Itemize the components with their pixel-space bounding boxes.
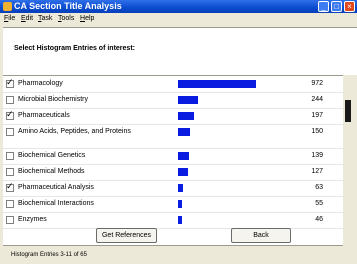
- list-item[interactable]: Pharmacology 972: [3, 76, 343, 93]
- list-item[interactable]: Pharmaceuticals 197: [3, 108, 343, 125]
- list-item[interactable]: Biochemical Methods 127: [3, 164, 343, 181]
- entry-label: Biochemical Interactions: [18, 200, 94, 207]
- menu-tools[interactable]: Tools: [58, 13, 74, 25]
- menu-help[interactable]: Help: [80, 13, 94, 25]
- entry-label: Pharmacology: [18, 80, 63, 87]
- scrollbar-thumb[interactable]: [345, 100, 351, 122]
- status-divider: [3, 245, 343, 246]
- entry-count: 55: [315, 200, 323, 207]
- close-button[interactable]: ×: [344, 1, 355, 12]
- title-bar[interactable]: CA Section Title Analysis _ □ ×: [0, 0, 357, 13]
- histogram-bar: [178, 216, 182, 224]
- entry-checkbox[interactable]: [6, 128, 14, 136]
- entry-checkbox[interactable]: [6, 168, 14, 176]
- app-icon: [3, 2, 12, 11]
- entry-checkbox[interactable]: [6, 77, 14, 88]
- entry-checkbox[interactable]: [6, 200, 14, 208]
- entry-count: 150: [311, 128, 323, 135]
- entry-count: 244: [311, 96, 323, 103]
- histogram-list: Pharmacology 972 Microbial Biochemistry …: [3, 75, 343, 246]
- entry-label: Microbial Biochemistry: [18, 96, 89, 103]
- list-item[interactable]: Amino Acids, Peptides, and Proteins 150: [3, 124, 343, 149]
- window-title: CA Section Title Analysis: [14, 1, 122, 11]
- entry-checkbox[interactable]: [6, 109, 14, 120]
- entry-count: 197: [311, 112, 323, 119]
- histogram-bar: [178, 96, 198, 104]
- entry-count: 46: [315, 216, 323, 223]
- histogram-bar: [178, 128, 190, 136]
- entry-checkbox[interactable]: [6, 216, 14, 224]
- entry-label: Biochemical Methods: [18, 168, 85, 175]
- histogram-bar: [178, 112, 194, 120]
- entry-label: Amino Acids, Peptides, and Proteins: [18, 128, 131, 135]
- back-button[interactable]: Back: [231, 228, 291, 243]
- histogram-bar: [178, 184, 183, 192]
- entry-count: 127: [311, 168, 323, 175]
- list-item[interactable]: Pharmaceutical Analysis 63: [3, 180, 343, 197]
- entry-label: Biochemical Genetics: [18, 152, 86, 159]
- list-item[interactable]: Enzymes 46: [3, 212, 343, 229]
- instruction-label: Select Histogram Entries of interest:: [14, 45, 135, 52]
- histogram-bar: [178, 80, 256, 88]
- get-references-button[interactable]: Get References: [96, 228, 157, 243]
- menu-bar: File Edit Task Tools Help: [0, 13, 357, 25]
- entry-label: Pharmaceuticals: [18, 112, 70, 119]
- status-bar: Histogram Entries 3-11 of 65: [3, 247, 343, 264]
- entry-count: 63: [315, 184, 323, 191]
- maximize-button[interactable]: □: [331, 1, 342, 12]
- histogram-bar: [178, 200, 182, 208]
- entry-label: Pharmaceutical Analysis: [18, 184, 94, 191]
- menu-task[interactable]: Task: [38, 13, 52, 25]
- header-panel: Select Histogram Entries of interest:: [3, 27, 357, 75]
- histogram-bar: [178, 152, 189, 160]
- minimize-button[interactable]: _: [318, 1, 329, 12]
- menu-edit[interactable]: Edit: [21, 13, 33, 25]
- entry-count: 139: [311, 152, 323, 159]
- entry-checkbox[interactable]: [6, 152, 14, 160]
- entry-label: Enzymes: [18, 216, 47, 223]
- entry-checkbox[interactable]: [6, 96, 14, 104]
- histogram-bar: [178, 168, 188, 176]
- entry-checkbox[interactable]: [6, 181, 14, 192]
- menu-file[interactable]: File: [4, 13, 15, 25]
- list-item[interactable]: Microbial Biochemistry 244: [3, 92, 343, 109]
- list-item[interactable]: Biochemical Genetics 139: [3, 148, 343, 165]
- app-window: CA Section Title Analysis _ □ × File Edi…: [0, 0, 357, 264]
- list-item[interactable]: Biochemical Interactions 55: [3, 196, 343, 213]
- entry-count: 972: [311, 80, 323, 87]
